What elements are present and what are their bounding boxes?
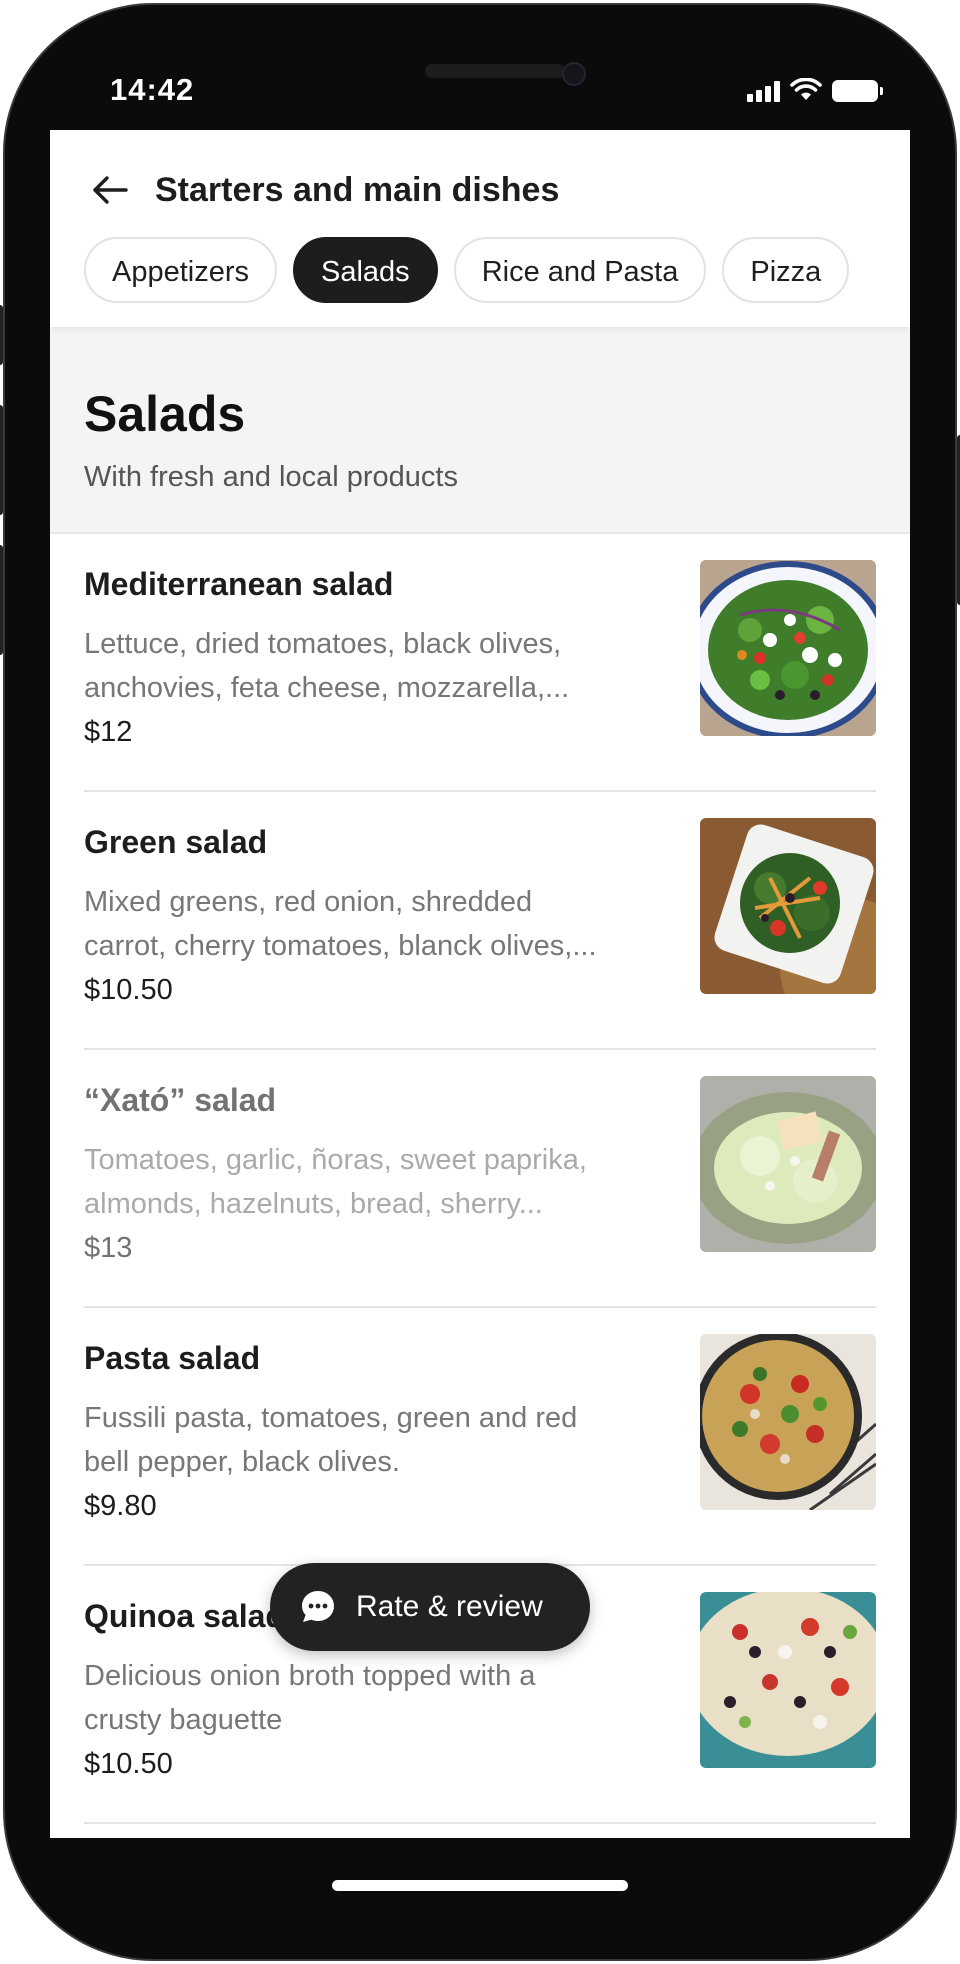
dish-name: Mediterranean salad xyxy=(84,566,394,602)
dish-description: Delicious onion broth topped with a crust… xyxy=(84,1660,536,1736)
category-tabs: Appetizers Salads Rice and Pasta Pizza xyxy=(84,237,850,303)
dish-item[interactable]: Green salad Mixed greens, red onion, shr… xyxy=(50,792,910,1050)
mute-switch xyxy=(0,305,3,365)
battery-icon xyxy=(832,80,883,102)
section-subtitle: With fresh and local products xyxy=(84,461,458,493)
dish-description: Tomatoes, garlic, ñoras, sweet paprika, a… xyxy=(84,1144,587,1220)
wifi-icon xyxy=(790,78,822,100)
dish-price: $12 xyxy=(84,716,133,748)
page-title: Starters and main dishes xyxy=(155,171,560,209)
status-time: 14:42 xyxy=(110,72,195,107)
tab-pizza[interactable]: Pizza xyxy=(722,237,850,303)
dish-name: Green salad xyxy=(84,824,268,860)
speaker-grille xyxy=(425,64,565,78)
dish-description: Fussili pasta, tomatoes, green and red be… xyxy=(84,1402,578,1478)
dish-name: Quinoa salad xyxy=(84,1598,285,1634)
dish-item[interactable]: Pasta salad Fussili pasta, tomatoes, gre… xyxy=(50,1308,910,1566)
quinoa-salad-photo xyxy=(700,1592,876,1768)
cellular-signal-icon xyxy=(747,81,780,102)
status-icons xyxy=(747,78,883,102)
pasta-salad-photo xyxy=(700,1334,876,1510)
mediterranean-salad-photo xyxy=(700,560,876,736)
green-salad-photo xyxy=(700,818,876,994)
rate-review-button[interactable]: Rate & review xyxy=(270,1563,590,1651)
section-title: Salads xyxy=(84,386,246,442)
dish-price: $13 xyxy=(84,1232,133,1264)
rate-review-label: Rate & review xyxy=(356,1590,543,1623)
dish-price: $9.80 xyxy=(84,1490,157,1522)
home-indicator[interactable] xyxy=(332,1880,628,1891)
top-bar: Starters and main dishes Appetizers Sala… xyxy=(50,130,910,327)
dish-description: Mixed greens, red onion, shredded carrot,… xyxy=(84,886,597,962)
tab-appetizers[interactable]: Appetizers xyxy=(84,237,278,303)
back-button[interactable] xyxy=(88,168,132,212)
dish-name: Pasta salad xyxy=(84,1340,261,1376)
volume-up-button xyxy=(0,405,3,515)
divider xyxy=(84,1822,876,1824)
arrow-left-icon xyxy=(93,176,128,204)
front-camera xyxy=(562,62,586,86)
dish-item[interactable]: Mediterranean salad Lettuce, dried tomat… xyxy=(50,534,910,792)
xato-salad-photo xyxy=(700,1076,876,1252)
section-header: Salads With fresh and local products xyxy=(50,327,910,534)
dish-price: $10.50 xyxy=(84,1748,173,1780)
dish-name: “Xató” salad xyxy=(84,1082,277,1118)
dish-item-unavailable[interactable]: “Xató” salad Tomatoes, garlic, ñoras, sw… xyxy=(50,1050,910,1308)
chat-bubble-icon xyxy=(302,1591,334,1622)
dish-description: Lettuce, dried tomatoes, black olives, an… xyxy=(84,628,570,704)
volume-down-button xyxy=(0,545,3,655)
tab-rice-and-pasta[interactable]: Rice and Pasta xyxy=(453,237,707,303)
dish-price: $10.50 xyxy=(84,974,173,1006)
tab-salads[interactable]: Salads xyxy=(293,237,438,303)
